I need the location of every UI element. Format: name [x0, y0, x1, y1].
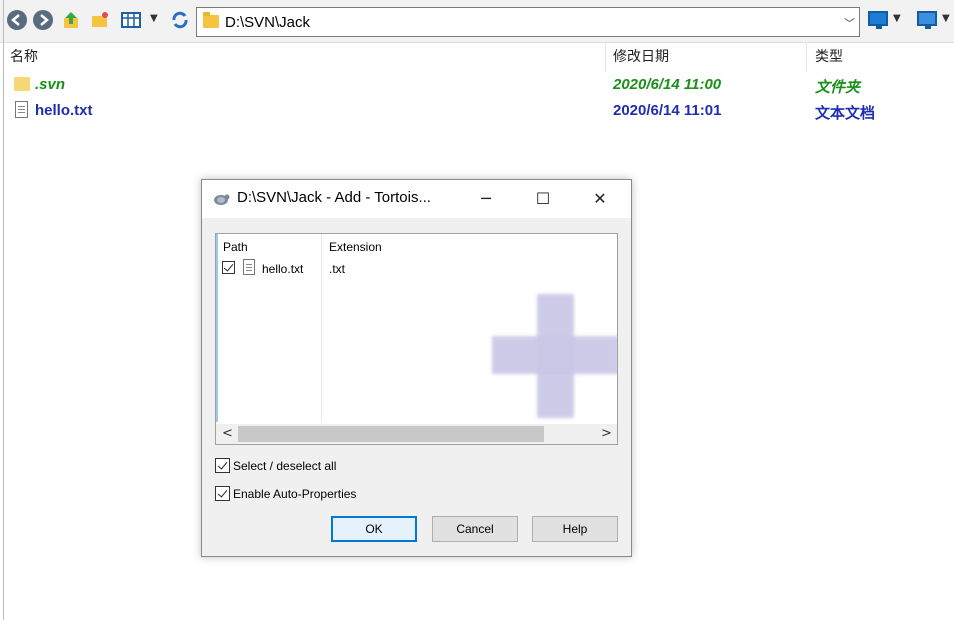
list-header-extension[interactable]: Extension: [329, 240, 382, 254]
up-folder-button[interactable]: [61, 10, 81, 30]
explorer-toolbar: ▼ D:\SVN\Jack ﹀ ▼ ▼: [0, 0, 954, 43]
column-header-type[interactable]: 类型: [815, 46, 843, 66]
back-button[interactable]: [7, 10, 27, 30]
select-all-checkbox[interactable]: Select / deselect all: [215, 458, 336, 473]
text-file-icon: [15, 101, 28, 118]
scrollbar-thumb[interactable]: [238, 426, 544, 442]
tortoise-icon: [214, 194, 230, 205]
item-extension: .txt: [329, 262, 346, 276]
file-type: 文件夹: [815, 79, 861, 96]
item-checkbox[interactable]: [222, 261, 235, 274]
horizontal-scrollbar[interactable]: < >: [216, 424, 617, 444]
column-header-modified[interactable]: 修改日期: [613, 46, 669, 66]
auto-properties-label: Enable Auto-Properties: [233, 487, 357, 501]
scroll-right-icon[interactable]: >: [601, 426, 612, 441]
file-row[interactable]: .svn 2020/6/14 11:00 文件夹: [0, 73, 954, 97]
column-divider[interactable]: [806, 42, 807, 72]
new-folder-button[interactable]: [90, 10, 110, 30]
auto-properties-checkbox[interactable]: Enable Auto-Properties: [215, 486, 356, 501]
column-divider[interactable]: [605, 42, 606, 72]
address-bar[interactable]: D:\SVN\Jack ﹀: [196, 7, 860, 37]
address-path: D:\SVN\Jack: [225, 14, 311, 31]
forward-button[interactable]: [33, 10, 53, 30]
maximize-button[interactable]: ☐: [520, 180, 566, 218]
desktop-dropdown-icon[interactable]: ▼: [942, 13, 950, 24]
folder-icon: [203, 12, 219, 28]
display-dropdown-icon[interactable]: ▼: [893, 13, 901, 24]
file-modified: 2020/6/14 11:00: [613, 76, 722, 93]
cancel-button[interactable]: Cancel: [432, 516, 518, 542]
file-list[interactable]: Path Extension hello.txt .txt < >: [215, 233, 618, 445]
list-header-path[interactable]: Path: [223, 240, 248, 254]
desktop-icon[interactable]: [917, 11, 937, 29]
item-path[interactable]: hello.txt: [262, 262, 303, 276]
minimize-button[interactable]: ─: [463, 180, 509, 218]
help-button[interactable]: Help: [532, 516, 618, 542]
folder-icon: [14, 77, 30, 91]
file-modified: 2020/6/14 11:01: [613, 102, 722, 119]
chevron-down-icon[interactable]: ﹀: [844, 15, 855, 31]
file-name: hello.txt: [35, 102, 93, 119]
scroll-left-icon[interactable]: <: [222, 426, 233, 441]
dialog-title: D:\SVN\Jack - Add - Tortois...: [237, 189, 431, 206]
monitor-icon[interactable]: [868, 11, 888, 29]
view-options-button[interactable]: [121, 10, 141, 30]
close-button[interactable]: ✕: [577, 180, 623, 218]
checkbox[interactable]: [215, 486, 230, 501]
file-name: .svn: [35, 76, 66, 93]
column-header-name[interactable]: 名称: [10, 46, 38, 66]
view-dropdown-icon[interactable]: ▼: [150, 13, 158, 24]
add-dialog: D:\SVN\Jack - Add - Tortois... ─ ☐ ✕ Pat…: [201, 179, 632, 557]
select-all-label: Select / deselect all: [233, 459, 337, 473]
refresh-button[interactable]: [170, 10, 190, 30]
file-type: 文本文档: [815, 105, 876, 122]
file-row[interactable]: hello.txt 2020/6/14 11:01 文本文档: [0, 99, 954, 123]
text-file-icon: [243, 259, 255, 275]
pane-border: [3, 0, 4, 620]
ok-button[interactable]: OK: [331, 516, 417, 542]
dialog-titlebar[interactable]: D:\SVN\Jack - Add - Tortois... ─ ☐ ✕: [202, 180, 631, 218]
checkbox[interactable]: [215, 458, 230, 473]
